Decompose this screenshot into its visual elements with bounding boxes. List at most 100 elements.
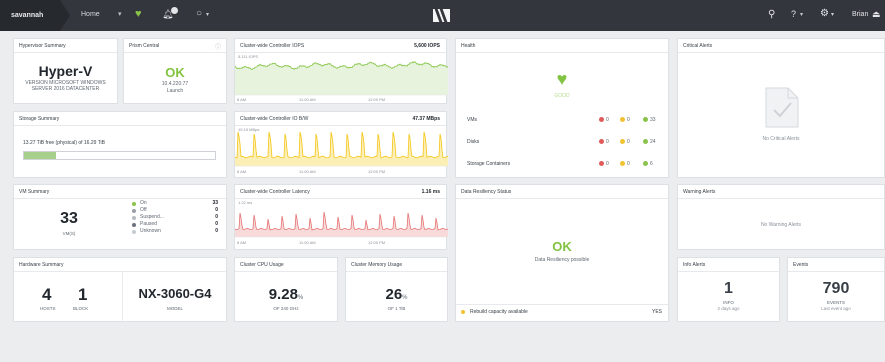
info-icon[interactable]: ⓘ (215, 42, 221, 51)
model-label: MODEL (166, 306, 183, 311)
widget-title: Hypervisor Summary (19, 43, 66, 49)
prism-ip: 10.4.220.77 (161, 81, 189, 87)
top-navigation-bar: savannah Home ▾ ♥ 🔔︎ ○ ▾ ⚲ ? ▾ ⚙ ▾ Brian… (0, 0, 885, 31)
tasks-circle-icon[interactable]: ○ (196, 8, 202, 19)
cluster-name-menu[interactable]: savannah (0, 0, 70, 31)
divider (14, 125, 226, 126)
nav-home-menu[interactable]: Home (81, 11, 100, 18)
block-count[interactable]: 1 (78, 285, 87, 305)
health-row-label[interactable]: Disks (467, 139, 479, 145)
divider (456, 304, 668, 305)
good-dot-icon (643, 117, 648, 122)
widget-title: Cluster-wide Controller IO B/W (240, 116, 309, 122)
health-yellow-count[interactable]: 0 (627, 161, 630, 167)
controller-bw-widget[interactable]: Cluster-wide Controller IO B/W 47.37 MBp… (234, 111, 448, 178)
widget-title: Data Resiliency Status (461, 189, 512, 195)
info-alerts-count[interactable]: 1 (678, 280, 779, 298)
controller-iops-widget[interactable]: Cluster-wide Controller IOPS 5,600 IOPS … (234, 38, 448, 104)
storage-free-amount: 13.27 TiB (23, 140, 45, 146)
health-heart-icon[interactable]: ♥ (135, 8, 142, 20)
health-green-count[interactable]: 24 (650, 139, 656, 145)
critical-alerts-widget[interactable]: Critical Alerts No Critical Alerts (677, 38, 885, 178)
vm-suspended-dot-icon (132, 216, 136, 220)
events-sub: Last event ago (821, 306, 851, 311)
block-label: BLOCK (73, 306, 89, 311)
controller-latency-widget[interactable]: Cluster-wide Controller Latency 1.16 ms … (234, 184, 448, 250)
prism-status: OK (165, 65, 185, 80)
user-icon[interactable]: ⏏ (872, 9, 881, 20)
info-alerts-sub: 2 days ago (717, 306, 740, 311)
health-green-count[interactable]: 6 (650, 161, 653, 167)
vm-state-label[interactable]: Paused (140, 221, 157, 227)
rebuild-capacity-value: YES (651, 309, 662, 315)
health-widget[interactable]: Health ♥ GOOD VMs 0 0 33 Disks 0 0 24 St… (455, 38, 669, 178)
divider (678, 198, 884, 199)
vm-summary-widget[interactable]: VM Summary 33 VM(S) On 33 Off 0 Suspend.… (13, 184, 227, 250)
hosts-count[interactable]: 4 (42, 285, 51, 305)
gear-icon[interactable]: ⚙ (820, 8, 829, 19)
vm-on-dot-icon (132, 202, 136, 206)
good-dot-icon (643, 139, 648, 144)
health-yellow-count[interactable]: 0 (627, 139, 630, 145)
user-menu[interactable]: Brian (852, 11, 868, 18)
vm-state-value: 0 (215, 228, 218, 234)
hardware-summary-widget[interactable]: Hardware Summary 4 HOSTS 1 BLOCK NX-3060… (13, 257, 227, 322)
events-count[interactable]: 790 (788, 280, 884, 298)
widget-title: VM Summary (19, 189, 50, 195)
warning-dot-icon (620, 139, 625, 144)
info-alerts-widget[interactable]: Info Alerts 1 INFO 2 days ago (677, 257, 780, 322)
health-yellow-count[interactable]: 0 (627, 117, 630, 123)
chevron-down-icon[interactable]: ▾ (206, 11, 209, 18)
vm-state-label[interactable]: Unknown (140, 228, 161, 234)
divider (678, 52, 884, 53)
bw-top-label: 19.15 MBps (238, 127, 260, 132)
data-resiliency-widget[interactable]: Data Resiliency Status OK Data Resilienc… (455, 184, 669, 322)
vm-state-value: 0 (215, 207, 218, 213)
divider (235, 198, 446, 199)
health-red-count[interactable]: 0 (606, 139, 609, 145)
health-row-label[interactable]: VMs (467, 117, 477, 123)
health-row-label[interactable]: Storage Containers (467, 161, 510, 167)
chevron-down-icon[interactable]: ▾ (118, 10, 122, 18)
warning-dot-icon (620, 161, 625, 166)
cluster-memory-usage-widget[interactable]: Cluster Memory Usage 26% OF 1 TiB (345, 257, 448, 322)
vm-state-label[interactable]: Off (140, 207, 147, 213)
widget-title: Events (793, 262, 809, 268)
widget-title: Cluster Memory Usage (351, 262, 403, 268)
iops-top-label: 5,111 IOPS (238, 54, 259, 59)
empty-document-icon (765, 87, 799, 128)
no-critical-alerts-text: No Critical Alerts (762, 136, 800, 142)
search-icon[interactable]: ⚲ (768, 9, 775, 20)
hypervisor-summary-widget[interactable]: Hypervisor Summary Hyper-V VERSION MICRO… (13, 38, 118, 104)
vm-state-label[interactable]: On (140, 200, 147, 206)
storage-free-suffix: free (physical) of 16.29 TiB (45, 140, 106, 146)
bw-area (235, 132, 448, 166)
vm-state-value: 0 (215, 214, 218, 220)
vm-count[interactable]: 33 (14, 210, 124, 228)
prism-central-widget[interactable]: Prism Central ⓘ OK 10.4.220.77 Launch (123, 38, 227, 104)
time-tick: 8 AM (237, 240, 247, 245)
vm-count-label: VM(S) (62, 231, 76, 236)
help-icon[interactable]: ? (791, 9, 796, 19)
bw-max-value: 47.37 MBps (412, 116, 440, 122)
health-green-count[interactable]: 33 (650, 117, 656, 123)
vm-state-label[interactable]: Suspend... (140, 214, 164, 220)
chevron-down-icon[interactable]: ▾ (831, 11, 834, 18)
cpu-usage-value: 9.28 (268, 286, 298, 303)
health-red-count[interactable]: 0 (606, 117, 609, 123)
alert-count-badge (171, 7, 178, 14)
cluster-cpu-usage-widget[interactable]: Cluster CPU Usage 9.28% OF 240 GHz (234, 257, 338, 322)
warning-alerts-widget[interactable]: Warning Alerts No Warning Alerts (677, 184, 885, 250)
good-dot-icon (643, 161, 648, 166)
chevron-down-icon[interactable]: ▾ (800, 11, 803, 18)
widget-title: Warning Alerts (683, 189, 716, 195)
widget-title: Cluster-wide Controller IOPS (240, 43, 305, 49)
health-red-count[interactable]: 0 (606, 161, 609, 167)
events-widget[interactable]: Events 790 EVENTS Last event ago (787, 257, 885, 322)
storage-summary-widget[interactable]: Storage Summary 13.27 TiB free (physical… (13, 111, 227, 178)
vm-off-dot-icon (132, 209, 136, 213)
time-tick: 12:00 PM (368, 240, 386, 245)
bw-chart (235, 131, 448, 167)
time-tick: 11:00 AM (299, 97, 316, 102)
prism-launch-link[interactable]: Launch (124, 88, 226, 95)
